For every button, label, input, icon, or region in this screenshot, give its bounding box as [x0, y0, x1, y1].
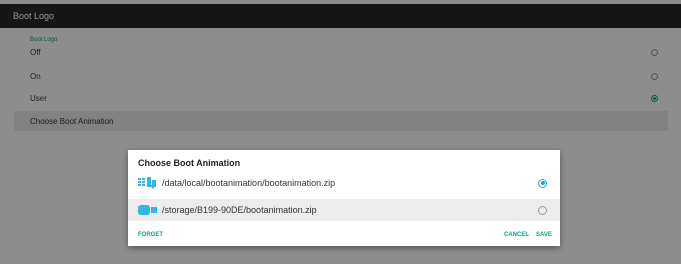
dialog-title: Choose Boot Animation: [138, 158, 241, 168]
usb-drive-icon: [138, 204, 158, 216]
cancel-button[interactable]: CANCEL: [504, 232, 529, 238]
forget-button[interactable]: FORGET: [138, 232, 163, 238]
sd-card-icon: [138, 177, 158, 189]
animation-item-usb[interactable]: /storage/B199-90DE/bootanimation.zip: [128, 199, 560, 221]
animation-item-usb-radio[interactable]: [538, 205, 547, 215]
animation-item-internal-radio[interactable]: [538, 178, 547, 188]
animation-item-usb-path: /storage/B199-90DE/bootanimation.zip: [162, 205, 317, 215]
save-button[interactable]: SAVE: [536, 232, 552, 238]
animation-item-internal[interactable]: /data/local/bootanimation/bootanimation.…: [128, 172, 560, 194]
choose-animation-dialog: Choose Boot Animation /data/local/bootan…: [128, 150, 560, 246]
animation-item-internal-path: /data/local/bootanimation/bootanimation.…: [162, 178, 336, 188]
